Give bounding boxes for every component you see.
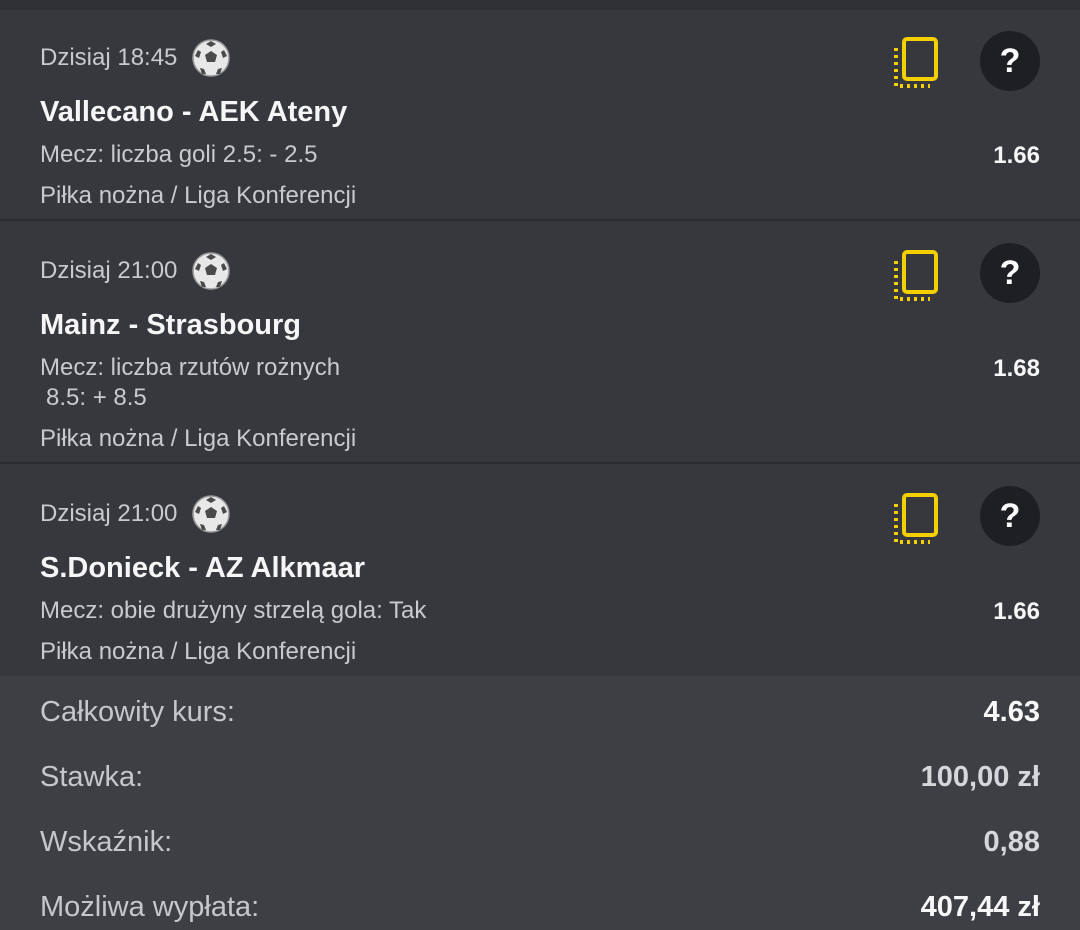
payout-value: 407,44 zł	[920, 891, 1040, 923]
top-strip	[0, 0, 1080, 10]
soccer-ball-icon	[192, 39, 231, 77]
indicator-row: Wskaźnik: 0,88	[40, 826, 1040, 859]
total-odds-row: Całkowity kurs: 4.63	[40, 696, 1040, 729]
league-name: Piłka nożna / Liga Konferencji	[40, 425, 357, 452]
help-button[interactable]: ?	[980, 486, 1040, 546]
league-name: Piłka nożna / Liga Konferencji	[40, 638, 357, 665]
bet-summary: Całkowity kurs: 4.63 Stawka: 100,00 zł W…	[0, 676, 1080, 930]
bet-time-row: Dzisiaj 18:45	[40, 38, 231, 78]
market-description: Mecz: obie drużyny strzelą gola: Tak	[40, 596, 426, 626]
indicator-label: Wskaźnik:	[40, 826, 173, 858]
market-line-continued: 8.5: + 8.5	[46, 384, 147, 411]
help-button[interactable]: ?	[980, 243, 1040, 303]
market-line: Mecz: liczba goli 2.5: - 2.5	[40, 141, 318, 168]
bet-odd: 1.66	[993, 142, 1040, 169]
stake-value: 100,00 zł	[920, 761, 1040, 793]
league-name: Piłka nożna / Liga Konferencji	[40, 182, 357, 209]
copy-icon[interactable]	[892, 36, 940, 92]
copy-icon[interactable]	[892, 249, 940, 305]
match-name: S.Donieck - AZ Alkmaar	[40, 552, 366, 584]
payout-label: Możliwa wypłata:	[40, 891, 260, 923]
bet-odd: 1.68	[993, 355, 1040, 382]
bet-card[interactable]: Dzisiaj 18:45 Vallecano - AEK Ateny Mecz…	[0, 10, 1080, 219]
soccer-ball-icon	[192, 495, 231, 533]
indicator-value: 0,88	[983, 826, 1040, 858]
help-button[interactable]: ?	[980, 31, 1040, 91]
total-odds-value: 4.63	[983, 696, 1040, 728]
total-odds-label: Całkowity kurs:	[40, 696, 235, 728]
bet-card[interactable]: Dzisiaj 21:00 Mainz - Strasbourg Mecz: l…	[0, 221, 1080, 462]
soccer-ball-icon	[192, 252, 231, 290]
market-line: Mecz: obie drużyny strzelą gola: Tak	[40, 597, 427, 624]
stake-row: Stawka: 100,00 zł	[40, 761, 1040, 794]
payout-row: Możliwa wypłata: 407,44 zł	[40, 891, 1040, 924]
bet-time-row: Dzisiaj 21:00	[40, 494, 231, 534]
match-name: Mainz - Strasbourg	[40, 309, 302, 341]
match-name: Vallecano - AEK Ateny	[40, 96, 348, 128]
bet-card[interactable]: Dzisiaj 21:00 S.Donieck - AZ Alkmaar Mec…	[0, 464, 1080, 676]
copy-icon[interactable]	[892, 492, 940, 548]
market-description: Mecz: liczba rzutów rożnych 8.5: + 8.5	[40, 353, 340, 413]
market-description: Mecz: liczba goli 2.5: - 2.5	[40, 140, 317, 170]
bet-time-row: Dzisiaj 21:00	[40, 251, 231, 291]
bet-time: Dzisiaj 21:00	[40, 257, 178, 284]
bet-time: Dzisiaj 18:45	[40, 44, 178, 71]
bet-time: Dzisiaj 21:00	[40, 500, 178, 527]
stake-label: Stawka:	[40, 761, 144, 793]
bet-odd: 1.66	[993, 598, 1040, 625]
market-line: Mecz: liczba rzutów rożnych	[40, 354, 341, 381]
